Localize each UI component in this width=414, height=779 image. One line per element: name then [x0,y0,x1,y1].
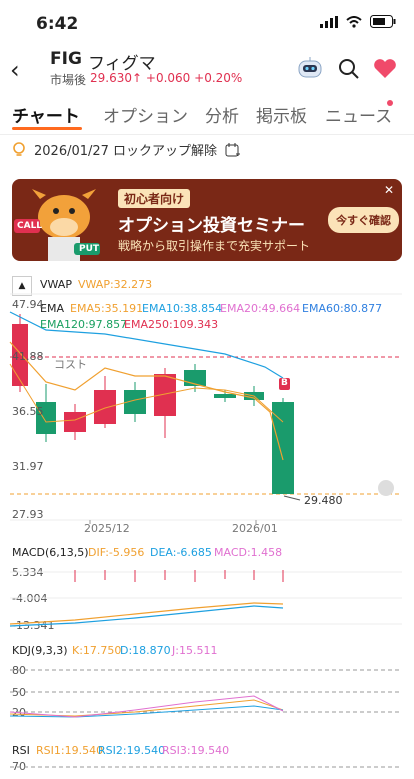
tab-chart[interactable]: チャート [12,102,80,127]
rsi2: RSI2:19.540 [98,744,166,757]
status-icons [320,15,396,28]
signal-icon [320,15,338,28]
seminar-banner[interactable]: CALL PUT 初心者向け オプション投資セミナー 戦略から取引操作まで充実サ… [12,179,402,261]
last-price-label: 29.480 [304,494,343,507]
kdj-label: KDJ(9,3,3) [12,644,68,657]
wifi-icon [346,15,362,28]
lightbulb-icon [13,141,25,156]
tab-board[interactable]: 掲示板 [256,102,307,127]
banner-title: オプション投資セミナー [118,216,305,236]
favorite-heart-icon[interactable] [373,58,397,84]
tab-analysis[interactable]: 分析 [205,102,239,127]
rsi-gridline [10,766,402,768]
ema60-value: EMA60:80.877 [302,302,383,315]
macd-dea: DEA:-6.685 [150,546,212,559]
macd-label: MACD(6,13,5) [12,546,89,559]
macd-dif: DIF:-5.956 [88,546,145,559]
macd-value: MACD:1.458 [214,546,283,559]
lockup-text: 2026/01/27 ロックアップ解除 [34,144,218,159]
ema250-value: EMA250:109.343 [124,318,219,331]
rsi-label: RSI [12,744,30,757]
banner-put-label: PUT [79,244,100,254]
y-tick-4: 31.97 [12,460,44,473]
kdj-d: D:18.870 [120,644,171,657]
search-icon[interactable] [338,58,360,84]
change-pct: +0.20% [194,71,243,85]
banner-tag: 初心者向け [118,189,191,208]
x-tick-2: 2026/01 [232,522,278,535]
banner-call-label: CALL [17,221,43,231]
y-tick-1: 47.94 [12,298,44,311]
status-time: 6:42 [36,14,79,34]
ema10-value: EMA10:38.854 [142,302,223,315]
y-tick-2: 41.88 [12,350,44,363]
price: 29.630 [90,71,132,85]
banner-close-icon[interactable]: ✕ [384,183,394,197]
tab-bar: チャート オプション 分析 掲示板 ニュース [0,96,414,135]
tab-options[interactable]: オプション [103,102,188,127]
kdj-j: J:15.511 [172,644,218,657]
banner-cta-button[interactable]: 今すぐ確認 [328,207,399,233]
rsi3: RSI3:19.540 [162,744,230,757]
kdj-k: K:17.750 [72,644,122,657]
y-tick-3: 36.55 [12,405,44,418]
y-tick-5: 27.93 [12,508,44,521]
calendar-add-icon[interactable] [225,142,241,158]
cost-label: コスト [54,358,87,371]
market-label: 市場後 [50,73,87,87]
lockup-info[interactable]: 2026/01/27 ロックアップ解除 [12,140,241,159]
back-icon[interactable]: ‹ [10,56,20,84]
ema120-value: EMA120:97.857 [40,318,128,331]
active-tab-indicator [12,127,82,130]
stock-header: ‹ FIG フィグマ 市場後 29.630↑ +0.060 +0.20% [0,44,414,96]
marker-label: B [281,378,288,388]
battery-icon [370,15,396,28]
ema-label: EMA [40,302,64,315]
rsi1: RSI1:19.540 [36,744,104,757]
up-arrow-icon: ↑ [132,71,143,85]
x-tick-1: 2025/12 [84,522,130,535]
ema20-value: EMA20:49.664 [220,302,301,315]
banner-subtitle: 戦略から取引操作まで充実サポート [118,239,311,253]
chart-area[interactable]: ▲ VWAP VWAP:32.273 B EMA EMA5:35.191 EMA… [0,272,414,773]
status-bar: 6:42 [0,0,414,44]
price-line: 29.630↑ +0.060 +0.20% [90,71,242,85]
news-dot [387,100,393,106]
macd-chart-svg [9,570,402,627]
ema5-value: EMA5:35.191 [70,302,144,315]
ticker-symbol: FIG [50,49,82,69]
change: +0.060 [145,71,191,85]
robot-icon[interactable] [296,56,324,80]
tab-news[interactable]: ニュース [325,102,392,127]
kdj-chart-svg [9,669,402,718]
